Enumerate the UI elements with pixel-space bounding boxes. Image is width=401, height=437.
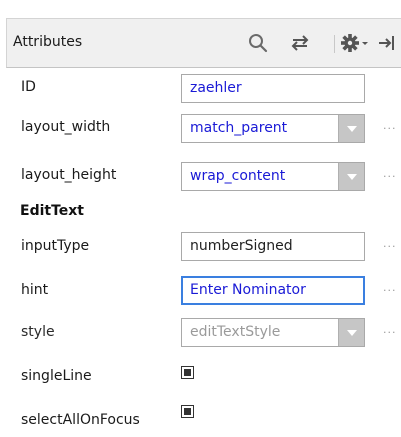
gear-icon[interactable]	[339, 31, 373, 55]
style-value: editTextStyle	[190, 324, 281, 340]
row-single-line: singleLine	[6, 360, 401, 392]
panel-title: Attributes	[13, 34, 83, 50]
layout-width-value: match_parent	[190, 120, 288, 136]
row-input-type: inputType numberSigned ...	[6, 228, 401, 264]
collapse-icon[interactable]	[377, 31, 399, 55]
hint-label: hint	[21, 282, 49, 298]
layout-width-select[interactable]: match_parent	[181, 114, 365, 143]
more-button[interactable]: ...	[383, 281, 397, 294]
swap-icon[interactable]	[285, 31, 315, 55]
row-hint: hint Enter Nominator ...	[6, 272, 401, 308]
layout-height-value: wrap_content	[190, 168, 286, 184]
id-field[interactable]: zaehler	[181, 74, 365, 103]
select-all-on-focus-checkbox[interactable]	[181, 405, 194, 418]
style-select[interactable]: editTextStyle	[181, 318, 365, 347]
more-button[interactable]: ...	[383, 237, 397, 250]
more-button[interactable]: ...	[383, 323, 397, 336]
single-line-label: singleLine	[21, 368, 92, 384]
style-label: style	[21, 324, 55, 340]
attributes-panel: Attributes ID zaehler layout_width match…	[0, 0, 401, 437]
chevron-down-icon[interactable]	[338, 115, 364, 142]
attributes-header: Attributes	[6, 18, 401, 68]
select-all-on-focus-label: selectAllOnFocus	[21, 412, 140, 428]
layout-height-select[interactable]: wrap_content	[181, 162, 365, 191]
toolbar-separator	[334, 35, 335, 53]
input-type-field[interactable]: numberSigned	[181, 232, 365, 261]
search-icon[interactable]	[245, 31, 271, 55]
row-id: ID zaehler	[6, 72, 401, 104]
chevron-down-icon[interactable]	[338, 319, 364, 346]
more-button[interactable]: ...	[383, 167, 397, 180]
single-line-checkbox[interactable]	[181, 366, 194, 379]
more-button[interactable]: ...	[383, 119, 397, 132]
hint-field[interactable]: Enter Nominator	[181, 276, 365, 305]
row-style: style editTextStyle ...	[6, 314, 401, 350]
section-title: EditText	[20, 203, 84, 219]
row-select-all-on-focus: selectAllOnFocus	[6, 398, 401, 430]
layout-width-label: layout_width	[21, 119, 111, 135]
row-layout-height: layout_height wrap_content ...	[6, 158, 401, 194]
input-type-label: inputType	[21, 238, 90, 254]
layout-height-label: layout_height	[21, 167, 117, 183]
chevron-down-icon[interactable]	[338, 163, 364, 190]
row-layout-width: layout_width match_parent ...	[6, 110, 401, 146]
id-label: ID	[21, 79, 36, 95]
